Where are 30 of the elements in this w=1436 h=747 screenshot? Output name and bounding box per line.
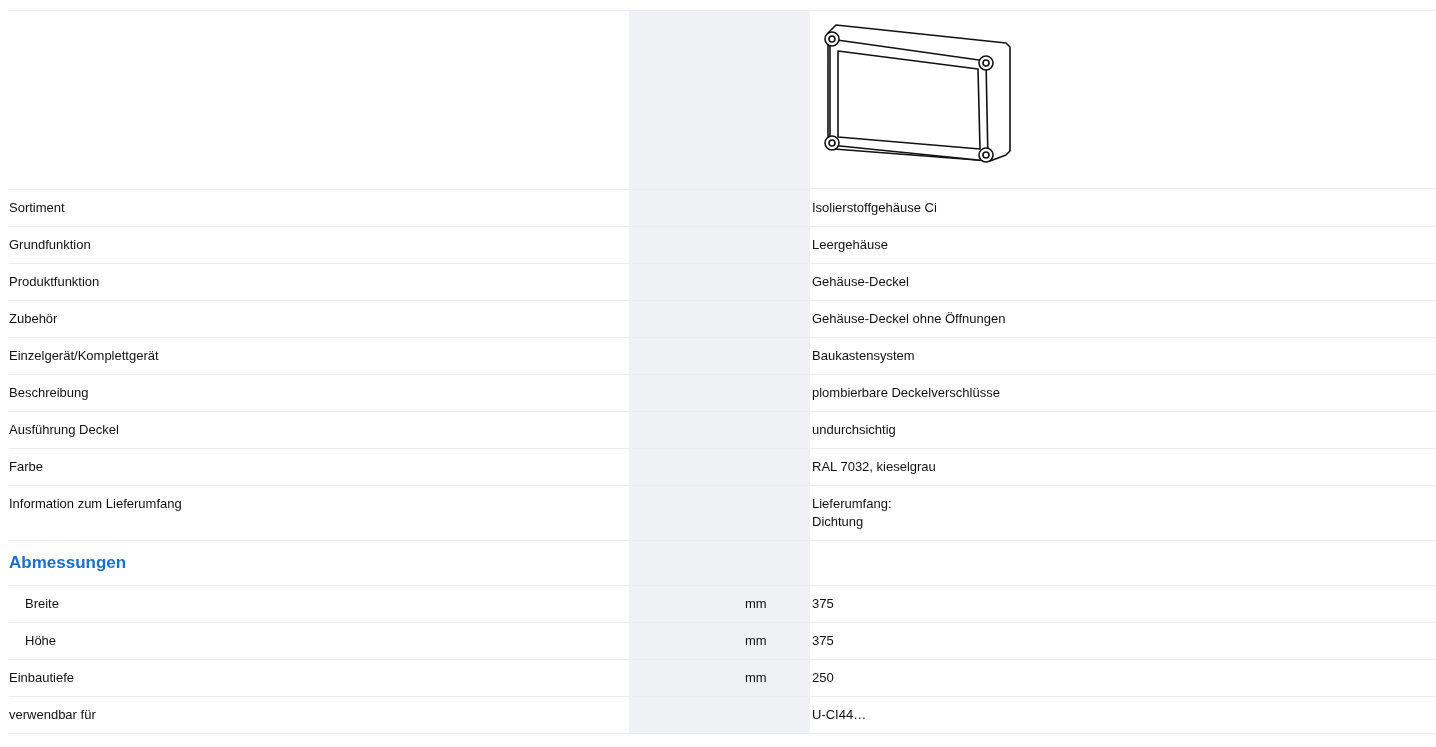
property-label: Grundfunktion bbox=[9, 237, 91, 252]
property-value: 375 bbox=[812, 633, 834, 648]
property-label: Ausführung Deckel bbox=[9, 422, 119, 437]
property-value: Baukastensystem bbox=[812, 348, 915, 363]
property-value: U-CI44… bbox=[812, 707, 867, 722]
property-label: Breite bbox=[25, 596, 59, 611]
property-label: Information zum Lieferumfang bbox=[9, 496, 182, 511]
property-label: Höhe bbox=[25, 633, 57, 648]
property-value: Gehäuse-Deckel ohne Öffnungen bbox=[812, 311, 1006, 326]
property-value: Lieferumfang: Dichtung bbox=[812, 496, 892, 529]
property-label: Einzelgerät/Komplettgerät bbox=[9, 348, 159, 363]
unit-label: mm bbox=[745, 596, 767, 611]
property-value: Gehäuse-Deckel bbox=[812, 274, 909, 289]
property-label: Beschreibung bbox=[9, 385, 89, 400]
unit-label: mm bbox=[745, 670, 767, 685]
property-value: 250 bbox=[812, 670, 834, 685]
property-label: Farbe bbox=[9, 459, 43, 474]
property-value: plombierbare Deckelverschlüsse bbox=[812, 385, 1000, 400]
property-label: verwendbar für bbox=[9, 707, 96, 722]
section-heading: Abmessungen bbox=[9, 553, 127, 572]
property-value: undurchsichtig bbox=[812, 422, 896, 437]
property-label: Sortiment bbox=[9, 200, 65, 215]
property-value: RAL 7032, kieselgrau bbox=[812, 459, 936, 474]
property-value: Leergehäuse bbox=[812, 237, 888, 252]
property-label: Einbautiefe bbox=[9, 670, 75, 685]
unit-label: mm bbox=[745, 633, 767, 648]
property-label: Produktfunktion bbox=[9, 274, 100, 289]
property-value: Isolierstoffgehäuse Ci bbox=[812, 200, 937, 215]
property-value: 375 bbox=[812, 596, 834, 611]
property-label: Zubehör bbox=[9, 311, 58, 326]
